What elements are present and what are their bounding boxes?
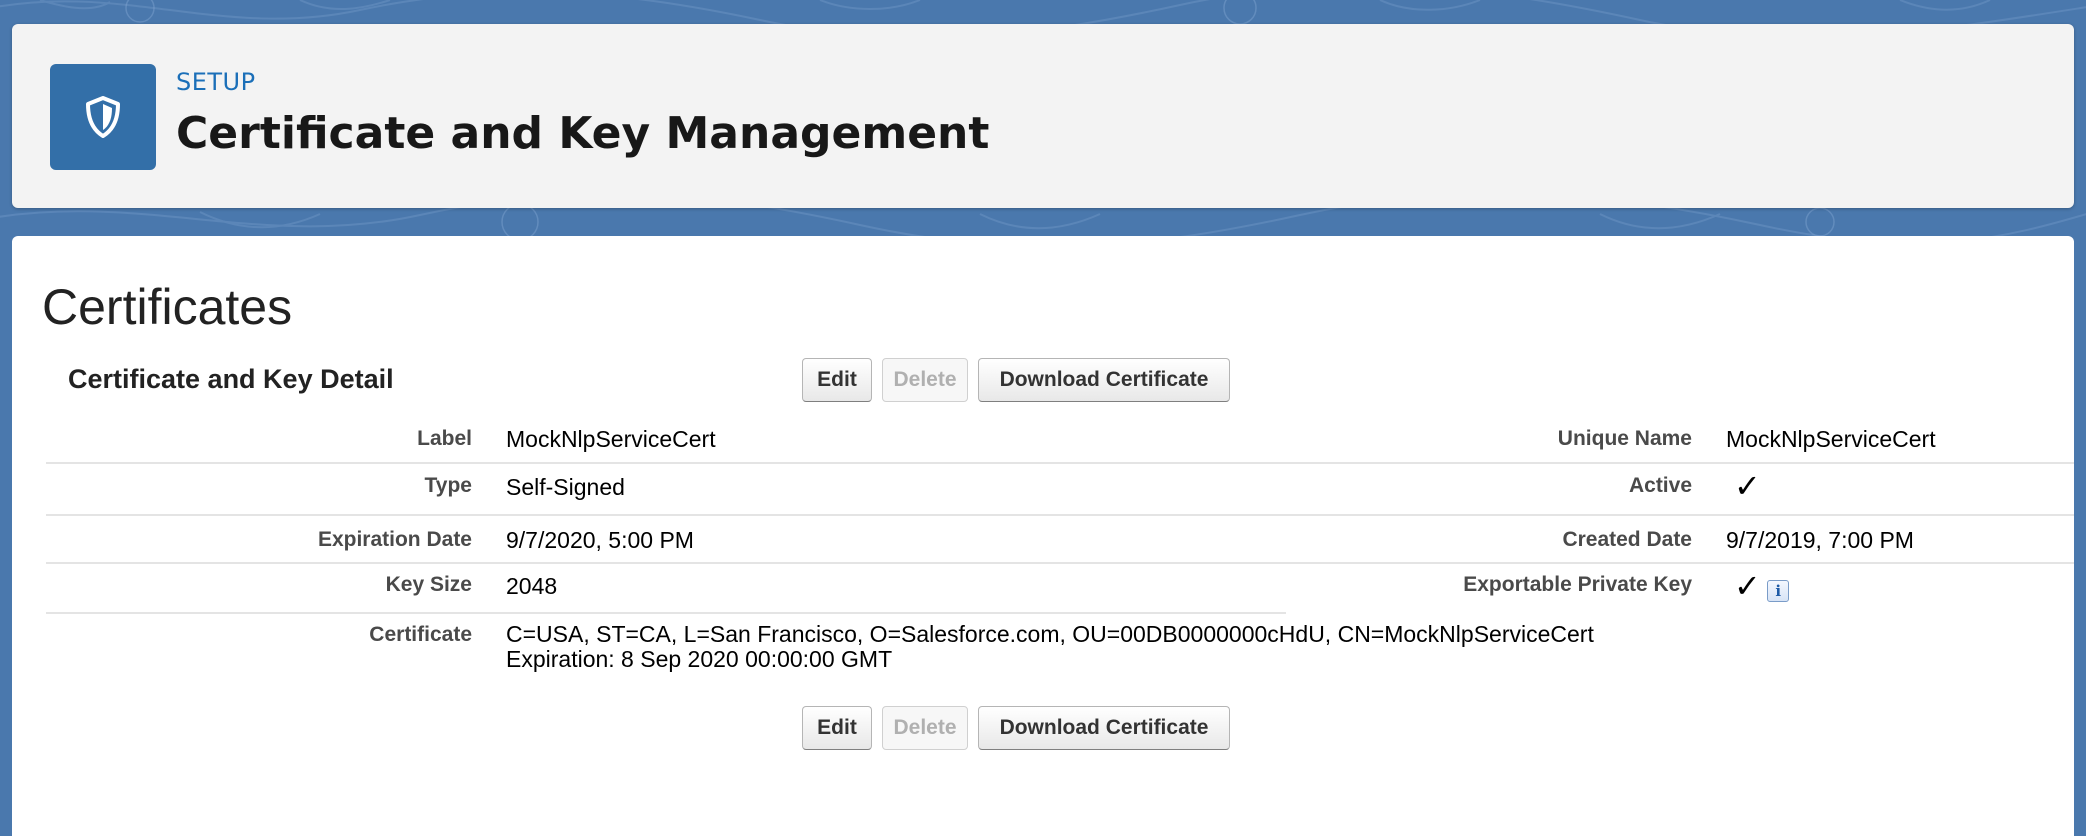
download-certificate-button[interactable]: Download Certificate: [978, 358, 1230, 402]
exportable-checkmark-icon: ✓: [1734, 568, 1761, 604]
page-title: Certificate and Key Management: [176, 108, 990, 159]
certificate-subject: C=USA, ST=CA, L=San Francisco, O=Salesfo…: [506, 621, 1594, 647]
bottom-button-row: Edit Delete Download Certificate: [802, 706, 1230, 750]
page-header: SETUP Certificate and Key Management: [12, 24, 2074, 208]
top-button-row: Edit Delete Download Certificate: [802, 358, 1230, 402]
edit-button[interactable]: Edit: [802, 706, 872, 750]
shield-icon: [86, 96, 120, 138]
header-eyebrow: SETUP: [176, 68, 256, 96]
expiration-date-label: Expiration Date: [317, 528, 472, 551]
exportable-private-key-value: ✓ i: [1734, 568, 1790, 604]
delete-button[interactable]: Delete: [882, 706, 968, 750]
row-divider: [46, 562, 2074, 564]
active-label: Active: [1628, 474, 1692, 497]
created-date-label: Created Date: [1562, 528, 1692, 551]
row-divider: [46, 514, 2074, 516]
unique-name-value: MockNlpServiceCert: [1726, 426, 1936, 452]
exportable-private-key-label: Exportable Private Key: [1463, 573, 1692, 596]
certificate-expiration: Expiration: 8 Sep 2020 00:00:00 GMT: [506, 646, 893, 672]
created-date-value: 9/7/2019, 7:00 PM: [1726, 527, 1914, 553]
label-field-value: MockNlpServiceCert: [506, 426, 716, 452]
type-label: Type: [424, 474, 472, 497]
edit-button[interactable]: Edit: [802, 358, 872, 402]
row-divider: [46, 612, 1286, 614]
label-field-label: Label: [417, 427, 472, 450]
unique-name-label: Unique Name: [1557, 427, 1692, 450]
certificate-value: C=USA, ST=CA, L=San Francisco, O=Salesfo…: [506, 622, 1594, 672]
type-value: Self-Signed: [506, 474, 625, 500]
download-certificate-button[interactable]: Download Certificate: [978, 706, 1230, 750]
header-icon-tile: [50, 64, 156, 170]
detail-title: Certificate and Key Detail: [68, 364, 394, 394]
section-title: Certificates: [42, 279, 293, 335]
expiration-date-value: 9/7/2020, 5:00 PM: [506, 527, 694, 553]
certificate-detail-panel: Certificates Certificate and Key Detail …: [12, 236, 2074, 836]
key-size-value: 2048: [506, 573, 558, 599]
row-divider: [46, 462, 2074, 464]
delete-button[interactable]: Delete: [882, 358, 968, 402]
certificate-label: Certificate: [369, 623, 472, 646]
info-icon[interactable]: i: [1767, 579, 1790, 602]
active-checkmark-icon: ✓: [1734, 468, 1761, 504]
key-size-label: Key Size: [385, 573, 472, 596]
